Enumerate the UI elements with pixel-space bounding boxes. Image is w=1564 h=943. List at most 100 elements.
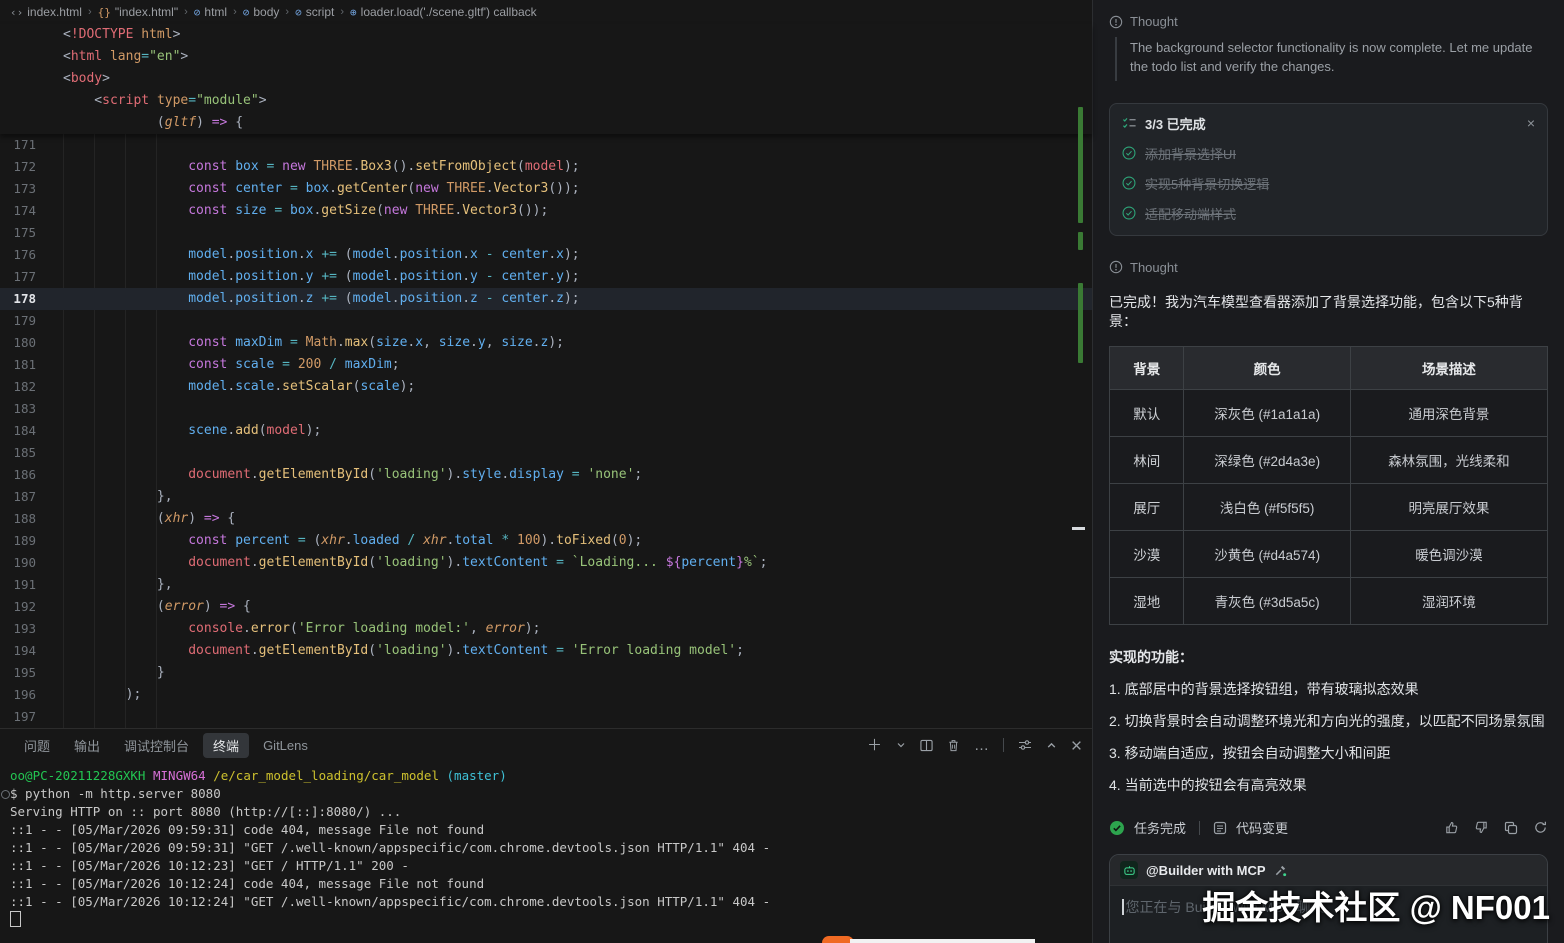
code-line[interactable]: 185: [0, 442, 1092, 464]
close-panel-icon[interactable]: [1071, 740, 1082, 751]
code-line[interactable]: 194 document.getElementById('loading').t…: [0, 640, 1092, 662]
line-content: const percent = (xhr.loaded / xhr.total …: [36, 530, 642, 552]
sticky-line[interactable]: (gltf) => {: [0, 112, 1092, 134]
divider: [1003, 738, 1004, 752]
table-cell: 通用深色背景: [1350, 389, 1547, 436]
table-header-cell: 场景描述: [1350, 346, 1547, 389]
code-line[interactable]: 191 },: [0, 574, 1092, 596]
line-content: (error) => {: [36, 596, 251, 618]
line-number: 184: [0, 420, 36, 442]
thought-header[interactable]: Thought: [1109, 14, 1548, 29]
table-row: 林间深绿色 (#2d4a3e)森林氛围，光线柔和: [1110, 436, 1548, 483]
panel-tab-调试控制台[interactable]: 调试控制台: [114, 733, 199, 758]
breadcrumb-item[interactable]: {}"index.html": [98, 5, 178, 19]
thumbs-up-icon[interactable]: [1444, 820, 1459, 835]
code-line[interactable]: 189 const percent = (xhr.loaded / xhr.to…: [0, 530, 1092, 552]
table-header-cell: 颜色: [1184, 346, 1350, 389]
sticky-line[interactable]: <body>: [0, 68, 1092, 90]
thumbs-down-icon[interactable]: [1474, 820, 1489, 835]
code-line[interactable]: 173 const center = box.getCenter(new THR…: [0, 178, 1092, 200]
line-number: 182: [0, 376, 36, 398]
terminal-line: Serving HTTP on :: port 8080 (http://[::…: [10, 803, 1092, 821]
kill-terminal-icon[interactable]: [947, 739, 960, 752]
table-cell: 展厅: [1110, 483, 1184, 530]
code-line[interactable]: 193 console.error('Error loading model:'…: [0, 618, 1092, 640]
code-diff-label[interactable]: 代码变更: [1236, 818, 1288, 837]
copy-icon[interactable]: [1504, 821, 1518, 835]
line-content: scene.add(model);: [36, 420, 321, 442]
line-number: 192: [0, 596, 36, 618]
assistant-answer: 已完成！我为汽车模型查看器添加了背景选择功能，包含以下5种背景：: [1109, 293, 1548, 332]
more-actions-icon[interactable]: …: [974, 738, 989, 753]
thought-header[interactable]: Thought: [1109, 260, 1548, 275]
breadcrumb-item[interactable]: ‹›index.html: [10, 5, 82, 19]
line-content: [36, 706, 63, 728]
command-decoration-icon[interactable]: [1, 790, 10, 799]
line-content: model.position.z += (model.position.z - …: [36, 288, 580, 310]
code-line[interactable]: 172 const box = new THREE.Box3().setFrom…: [0, 156, 1092, 178]
code-line[interactable]: 177 model.position.y += (model.position.…: [0, 266, 1092, 288]
breadcrumb-item[interactable]: ⊘script: [295, 5, 334, 19]
line-number: 194: [0, 640, 36, 662]
line-content: const size = box.getSize(new THREE.Vecto…: [36, 200, 548, 222]
sticky-line[interactable]: <script type="module">: [0, 90, 1092, 112]
new-terminal-icon[interactable]: ＋: [867, 738, 882, 753]
code-line[interactable]: 176 model.position.x += (model.position.…: [0, 244, 1092, 266]
code-line[interactable]: 186 document.getElementById('loading').s…: [0, 464, 1092, 486]
table-cell: 林间: [1110, 436, 1184, 483]
check-circle-icon: [1122, 206, 1136, 220]
panel-tab-GitLens[interactable]: GitLens: [253, 735, 318, 756]
code-line[interactable]: 180 const maxDim = Math.max(size.x, size…: [0, 332, 1092, 354]
terminal-picker-icon[interactable]: [896, 740, 906, 750]
line-content: console.error('Error loading model:', er…: [36, 618, 540, 640]
sticky-line[interactable]: <html lang="en">: [0, 46, 1092, 68]
sticky-line[interactable]: <!DOCTYPE html>: [0, 24, 1092, 46]
code-line[interactable]: 197: [0, 706, 1092, 728]
overview-ruler[interactable]: [1072, 134, 1086, 728]
split-terminal-icon[interactable]: [920, 739, 933, 752]
panel-tab-问题[interactable]: 问题: [14, 733, 60, 758]
code-line[interactable]: 190 document.getElementById('loading').t…: [0, 552, 1092, 574]
code-line[interactable]: 196 );: [0, 684, 1092, 706]
thought-label: Thought: [1130, 260, 1178, 275]
panel-tab-输出[interactable]: 输出: [64, 733, 110, 758]
panel-tab-终端[interactable]: 终端: [203, 733, 249, 758]
terminal-panel: 问题输出调试控制台终端GitLens ＋ … oo@PC-20211228GXK…: [0, 728, 1092, 943]
code-line[interactable]: 188 (xhr) => {: [0, 508, 1092, 530]
code-line[interactable]: 181 const scale = 200 / maxDim;: [0, 354, 1092, 376]
table-row: 展厅浅白色 (#f5f5f5)明亮展厅效果: [1110, 483, 1548, 530]
line-number: 197: [0, 706, 36, 728]
line-content: model.position.y += (model.position.y - …: [36, 266, 580, 288]
line-content: [36, 310, 63, 332]
code-line[interactable]: 192 (error) => {: [0, 596, 1092, 618]
breadcrumb-item[interactable]: ⊘body: [243, 5, 280, 19]
maximize-panel-icon[interactable]: [1046, 740, 1057, 751]
code-file-icon: ‹›: [10, 6, 23, 19]
editor-pane: ‹›index.html›{}"index.html"›⊘html›⊘body›…: [0, 0, 1093, 943]
code-line[interactable]: 184 scene.add(model);: [0, 420, 1092, 442]
code-line[interactable]: 171: [0, 134, 1092, 156]
status-row: 任务完成 代码变更: [1109, 818, 1548, 837]
thought-icon: [1109, 260, 1123, 274]
panel-settings-icon[interactable]: [1018, 738, 1032, 752]
todo-header: 3/3 已完成 ×: [1122, 114, 1535, 133]
regenerate-icon[interactable]: [1533, 820, 1548, 835]
code-line[interactable]: 179: [0, 310, 1092, 332]
code-line[interactable]: 175: [0, 222, 1092, 244]
collapse-icon[interactable]: ×: [1527, 115, 1535, 131]
breadcrumb-separator: ›: [88, 6, 92, 18]
ruler-cursor-mark: [1072, 527, 1085, 530]
code-line[interactable]: 178 model.position.z += (model.position.…: [0, 288, 1092, 310]
table-cell: 深绿色 (#2d4a3e): [1184, 436, 1350, 483]
code-line[interactable]: 182 model.scale.setScalar(scale);: [0, 376, 1092, 398]
breadcrumb-item[interactable]: ⊕loader.load('./scene.gltf') callback: [350, 5, 537, 19]
divider: [1199, 821, 1200, 835]
code-line[interactable]: 187 },: [0, 486, 1092, 508]
code-line[interactable]: 183: [0, 398, 1092, 420]
code-area[interactable]: 171172 const box = new THREE.Box3().setF…: [0, 134, 1092, 728]
code-line[interactable]: 195 }: [0, 662, 1092, 684]
thought-icon: [1109, 15, 1123, 29]
table-row: 沙漠沙黄色 (#d4a574)暖色调沙漠: [1110, 530, 1548, 577]
breadcrumb-item[interactable]: ⊘html: [194, 5, 227, 19]
code-line[interactable]: 174 const size = box.getSize(new THREE.V…: [0, 200, 1092, 222]
